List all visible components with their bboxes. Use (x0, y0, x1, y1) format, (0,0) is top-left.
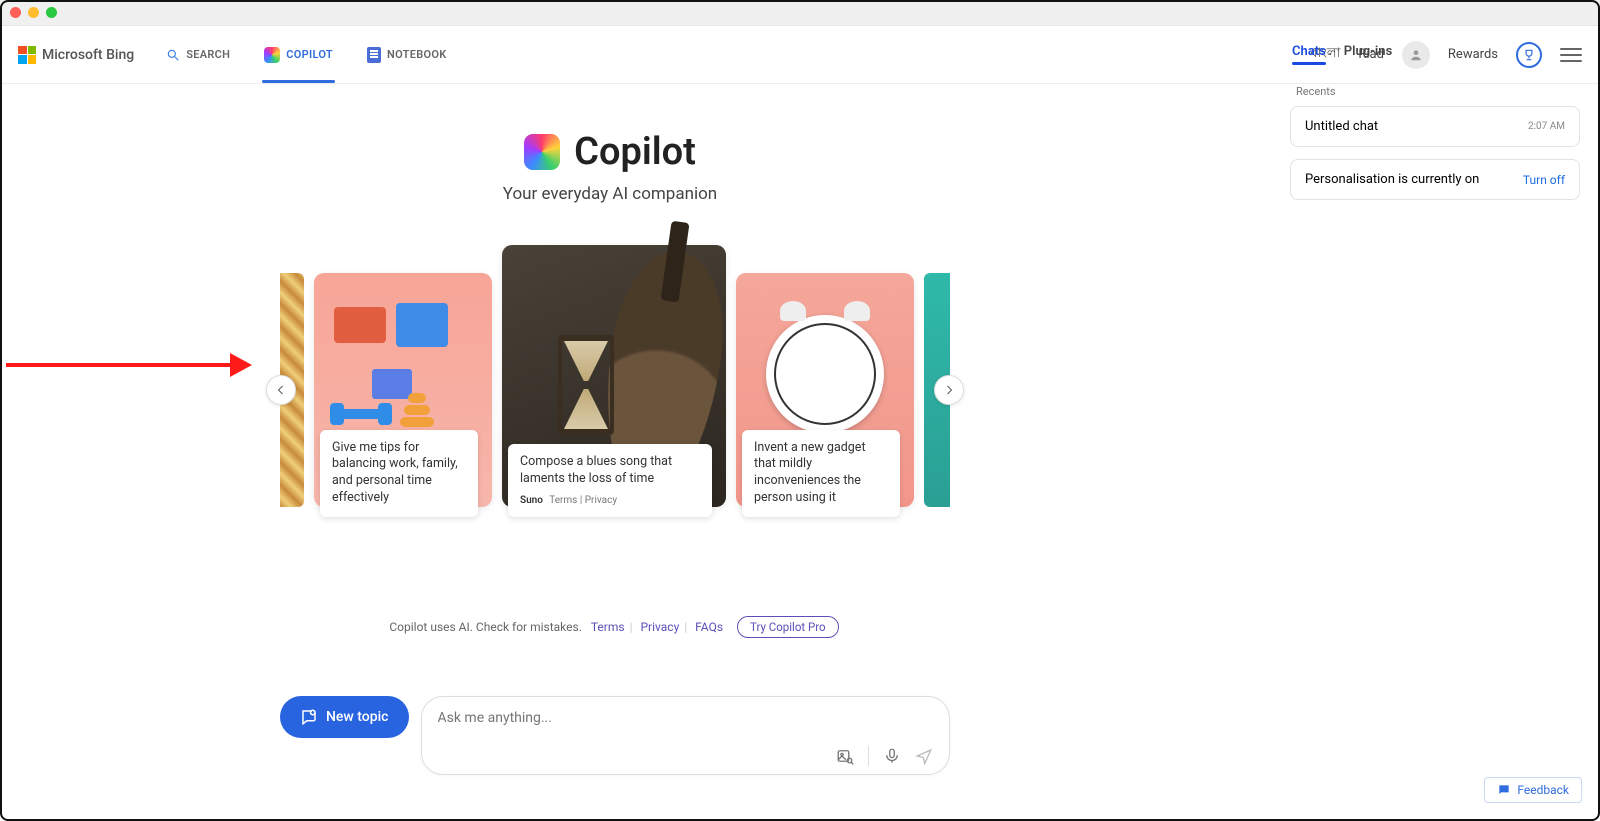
personalisation-card: Personalisation is currently on Turn off (1290, 159, 1580, 200)
prompt-card-2-meta: Suno Terms | Privacy (520, 494, 700, 508)
prompt-card-3[interactable]: Invent a new gadget that mildly inconven… (736, 273, 914, 507)
card2-brand: Suno (520, 495, 543, 506)
new-topic-icon (300, 708, 318, 726)
prompt-card-3-text: Invent a new gadget that mildly inconven… (754, 440, 866, 506)
feedback-button[interactable]: Feedback (1484, 777, 1582, 803)
ai-disclaimer: Copilot uses AI. Check for mistakes. (389, 620, 582, 634)
right-panel: Chats Plug-ins Recents Untitled chat 2:0… (1290, 40, 1580, 212)
prompt-card-1[interactable]: Give me tips for balancing work, family,… (314, 273, 492, 507)
microsoft-icon (18, 46, 36, 64)
recent-chat-item[interactable]: Untitled chat 2:07 AM (1290, 106, 1580, 147)
ask-input[interactable] (438, 710, 934, 726)
right-panel-tabs: Chats Plug-ins (1290, 40, 1580, 67)
briefcase-blue-icon (396, 303, 448, 347)
copilot-icon (264, 47, 280, 63)
card2-privacy[interactable]: Privacy (585, 495, 617, 506)
prompt-card-3-caption: Invent a new gadget that mildly inconven… (742, 430, 900, 518)
brand-text: Microsoft Bing (42, 47, 134, 63)
carousel-prev-button[interactable] (266, 375, 296, 405)
new-topic-button[interactable]: New topic (280, 696, 409, 738)
hero-title: Copilot (574, 130, 696, 174)
footer-terms[interactable]: Terms (591, 620, 625, 634)
turn-off-link[interactable]: Turn off (1523, 173, 1565, 187)
send-icon[interactable] (915, 747, 933, 765)
toy-stack-icon (400, 391, 434, 427)
notebook-icon (367, 47, 381, 63)
hero-title-row: Copilot (0, 130, 1220, 174)
prompt-card-2-text: Compose a blues song that laments the lo… (520, 454, 672, 486)
new-topic-label: New topic (326, 709, 389, 725)
nav-notebook-label: NOTEBOOK (387, 48, 447, 61)
card2-terms[interactable]: Terms (549, 495, 577, 506)
compose-icons (438, 746, 934, 766)
copilot-logo-icon (524, 134, 560, 170)
dumbbell-icon (336, 409, 386, 419)
prompt-card-1-text: Give me tips for balancing work, family,… (332, 440, 458, 506)
window-zoom-dot[interactable] (46, 7, 57, 18)
hourglass-icon (564, 341, 608, 429)
tab-plugins[interactable]: Plug-ins (1344, 44, 1392, 59)
prompt-card-2[interactable]: Compose a blues song that laments the lo… (502, 245, 726, 507)
tab-chats[interactable]: Chats (1292, 44, 1326, 59)
image-search-icon[interactable] (836, 747, 854, 765)
alarm-clock-icon (766, 315, 884, 433)
search-icon (166, 48, 180, 62)
footer-links: Copilot uses AI. Check for mistakes. Ter… (0, 616, 1228, 638)
footer-privacy[interactable]: Privacy (640, 620, 679, 634)
hero: Copilot Your everyday AI companion (0, 130, 1220, 204)
hero-subtitle: Your everyday AI companion (0, 184, 1220, 204)
chevron-left-icon (275, 384, 287, 396)
feedback-label: Feedback (1517, 783, 1569, 797)
nav-copilot-label: COPILOT (286, 48, 333, 61)
primary-nav: SEARCH COPILOT NOTEBOOK (164, 43, 448, 67)
prompt-card-1-caption: Give me tips for balancing work, family,… (320, 430, 478, 518)
compose-row: New topic (280, 696, 950, 775)
window-titlebar (0, 0, 1600, 26)
footer-faqs[interactable]: FAQs (695, 620, 723, 634)
nav-search-label: SEARCH (186, 48, 230, 61)
personalisation-text: Personalisation is currently on (1305, 172, 1479, 187)
nav-search[interactable]: SEARCH (164, 44, 232, 66)
nav-notebook[interactable]: NOTEBOOK (365, 43, 449, 67)
chevron-right-icon (943, 384, 955, 396)
briefcase-orange-icon (334, 307, 386, 343)
prompt-card-2-caption: Compose a blues song that laments the lo… (508, 444, 712, 517)
icon-divider (868, 746, 869, 766)
ms-bing-logo[interactable]: Microsoft Bing (18, 46, 134, 64)
window-minimize-dot[interactable] (28, 7, 39, 18)
recents-label: Recents (1296, 85, 1580, 98)
window-close-dot[interactable] (10, 7, 21, 18)
feedback-icon (1497, 783, 1511, 797)
try-copilot-pro-button[interactable]: Try Copilot Pro (737, 616, 839, 638)
recent-chat-title: Untitled chat (1305, 119, 1378, 134)
nav-copilot[interactable]: COPILOT (262, 43, 335, 67)
prompt-carousel: Give me tips for balancing work, family,… (0, 245, 1228, 555)
compose-box[interactable] (421, 696, 951, 775)
recent-chat-time: 2:07 AM (1528, 121, 1565, 132)
carousel-next-button[interactable] (934, 375, 964, 405)
microphone-icon[interactable] (883, 747, 901, 765)
